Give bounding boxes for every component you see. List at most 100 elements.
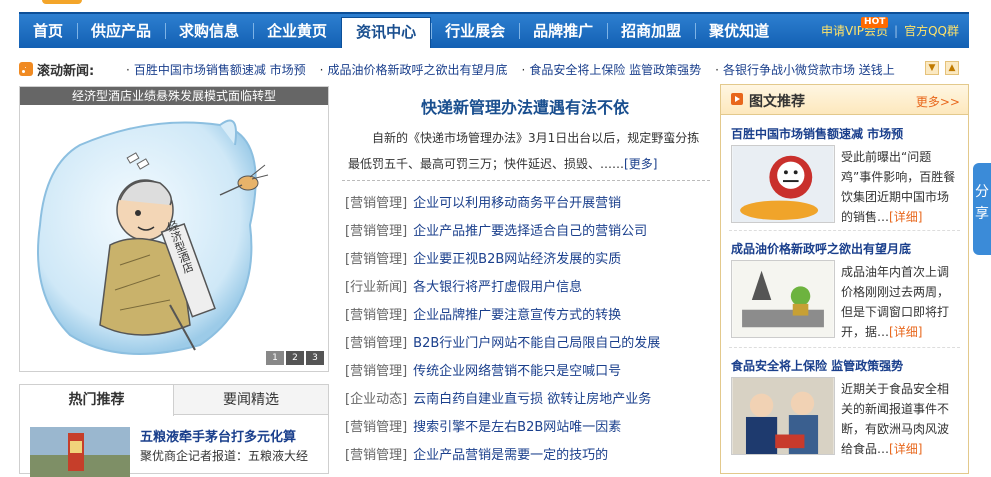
bullet-icon: · <box>319 63 324 77</box>
tab-article-text: 聚优商企记者报道：五粮液大经 <box>140 449 309 463</box>
news-title-link[interactable]: 搜索引擎不是左右B2B网站唯一因素 <box>413 420 621 435</box>
scroll-down-icon[interactable]: ▼ <box>925 61 939 75</box>
news-title-link[interactable]: 企业要正视B2B网站经济发展的实质 <box>413 252 621 267</box>
recommend-item-title[interactable]: 百胜中国市场销售额速减 市场预 <box>731 125 903 142</box>
vip-apply-link[interactable]: 申请VIP会员 HOT <box>821 13 889 49</box>
nav-right-links: 申请VIP会员 HOT | 官方QQ群 <box>821 14 959 48</box>
news-category[interactable]: [企业动态] <box>345 392 407 407</box>
scroll-news-item[interactable]: 成品油价格新政呼之欲出有望月底 <box>327 63 507 77</box>
nav-item[interactable]: 品牌推广 <box>519 14 607 48</box>
news-list-item: [营销管理] 企业品牌推广要注意宣传方式的转换 <box>345 302 715 330</box>
bullet-icon: · <box>521 63 526 77</box>
news-title-link[interactable]: B2B行业门户网站不能自己局限自己的发展 <box>413 336 660 351</box>
news-title-link[interactable]: 企业可以利用移动商务平台开展营销 <box>413 196 621 211</box>
recommend-divider <box>729 347 960 348</box>
news-title-link[interactable]: 各大银行将严打虚假用户信息 <box>413 280 582 295</box>
news-category[interactable]: [行业新闻] <box>345 280 407 295</box>
recommend-item-text: 近期关于食品安全相关的新闻报道事件不断，有欧洲马肉风波给食品…[详细] <box>841 379 959 459</box>
nav-separator: | <box>894 24 899 38</box>
news-category[interactable]: [营销管理] <box>345 364 407 379</box>
news-list-item: [行业新闻] 各大银行将严打虚假用户信息 <box>345 274 715 302</box>
share-side-tab[interactable]: 分享 <box>973 163 991 255</box>
nav-item[interactable]: 招商加盟 <box>607 14 695 48</box>
news-list-item: [营销管理] 企业可以利用移动商务平台开展营销 <box>345 190 715 218</box>
bullet-icon: · <box>715 63 719 77</box>
rss-icon <box>19 62 33 76</box>
news-title-link[interactable]: 传统企业网络营销不能只是空喊口号 <box>413 364 621 379</box>
recommend-title: 图文推荐 <box>749 94 805 110</box>
news-category[interactable]: [营销管理] <box>345 224 407 239</box>
scroll-news-bar: 滚动新闻: · 百胜中国市场销售额速减 市场预 · 成品油价格新政呼之欲出有望月底 · 食… <box>19 59 969 79</box>
tab-news-picks[interactable]: 要闻精选 <box>174 385 328 414</box>
news-category[interactable]: [营销管理] <box>345 448 407 463</box>
recommend-item-image[interactable] <box>731 145 835 223</box>
tab-article-title[interactable]: 五粮液牵手茅台打多元化算 <box>140 426 296 445</box>
recommend-header: 图文推荐 更多>> <box>721 85 968 115</box>
left-tabs: 热门推荐 要闻精选 <box>20 385 328 416</box>
left-tabs-panel: 热门推荐 要闻精选 五粮液牵手茅台打多元化算 聚优商企记者报道：五粮液大经 <box>19 384 329 477</box>
recommend-item-image[interactable] <box>731 377 835 455</box>
scroll-news-item[interactable]: 百胜中国市场销售额速减 市场预 <box>134 63 306 77</box>
main-nav: 首页 供应产品 求购信息 企业黄页 资讯中心 行业展会 品牌推广 招商加盟 聚优知道 申请VIP… <box>19 12 969 48</box>
recommend-divider <box>729 230 960 231</box>
nav-item[interactable]: 求购信息 <box>165 14 253 48</box>
detail-link[interactable]: [详细] <box>889 210 922 224</box>
top-strip <box>0 0 991 10</box>
scroll-news-item[interactable]: 食品安全将上保险 监管政策强势 <box>529 63 701 77</box>
scroll-news-items: · 百胜中国市场销售额速减 市场预 · 成品油价格新政呼之欲出有望月底 · 食品安全将上保… <box>126 61 909 78</box>
recommend-more-link[interactable]: 更多>> <box>916 93 960 110</box>
news-list-item: [营销管理] 企业要正视B2B网站经济发展的实质 <box>345 246 715 274</box>
news-category[interactable]: [营销管理] <box>345 196 407 211</box>
news-category[interactable]: [营销管理] <box>345 252 407 267</box>
center-headline[interactable]: 快递新管理办法遭遇有法不依 <box>340 94 710 118</box>
divider <box>342 180 710 181</box>
nav-item[interactable]: 企业黄页 <box>253 14 341 48</box>
slideshow-page-button[interactable]: 1 <box>266 351 284 365</box>
nav-item[interactable]: 供应产品 <box>77 14 165 48</box>
news-title-link[interactable]: 企业产品营销是需要一定的技巧的 <box>413 448 608 463</box>
slideshow[interactable]: 经济型酒店业绩悬殊发展模式面临转型 经济型酒店 1 2 3 <box>19 86 329 372</box>
nav-item[interactable]: 聚优知道 <box>695 14 783 48</box>
news-category[interactable]: [营销管理] <box>345 336 407 351</box>
recommend-item-text: 成品油年内首次上调价格刚刚过去两周，但是下调窗口即将打开，据…[详细] <box>841 262 959 342</box>
news-list-item: [营销管理] 搜索引擎不是左右B2B网站唯一因素 <box>345 414 715 442</box>
slideshow-pager: 123 <box>266 351 324 365</box>
logo-fragment <box>42 0 82 4</box>
play-arrow-icon <box>731 93 743 105</box>
recommend-item-title[interactable]: 食品安全将上保险 监管政策强势 <box>731 357 903 374</box>
news-title-link[interactable]: 云南白药自建业直亏损 欲转让房地产业务 <box>413 392 651 407</box>
detail-link[interactable]: [详细] <box>889 442 922 456</box>
qq-group-link[interactable]: 官方QQ群 <box>904 13 959 49</box>
scroll-news-item[interactable]: 各银行争战小微贷款市场 送钱上 <box>723 63 895 77</box>
news-category[interactable]: [营销管理] <box>345 308 407 323</box>
slideshow-image[interactable]: 经济型酒店 123 <box>20 105 328 371</box>
news-list-item: [企业动态] 云南白药自建业直亏损 欲转让房地产业务 <box>345 386 715 414</box>
news-list-item: [营销管理] B2B行业门户网站不能自己局限自己的发展 <box>345 330 715 358</box>
more-link[interactable]: [更多] <box>624 157 657 171</box>
news-list: [营销管理] 企业可以利用移动商务平台开展营销 [营销管理] 企业产品推广要选择适合自… <box>345 190 715 470</box>
bullet-icon: · <box>126 63 130 77</box>
news-title-link[interactable]: 企业品牌推广要注意宣传方式的转换 <box>413 308 621 323</box>
detail-link[interactable]: [详细] <box>889 325 922 339</box>
nav-items: 首页 供应产品 求购信息 企业黄页 资讯中心 行业展会 品牌推广 招商加盟 聚优知道 <box>19 14 783 48</box>
hot-badge: HOT <box>861 17 889 28</box>
slideshow-page-button[interactable]: 2 <box>286 351 304 365</box>
scroll-news-label: 滚动新闻: <box>37 64 95 79</box>
recommend-item-image[interactable] <box>731 260 835 338</box>
slideshow-caption[interactable]: 经济型酒店业绩悬殊发展模式面临转型 <box>20 87 328 105</box>
slideshow-page-button[interactable]: 3 <box>306 351 324 365</box>
center-summary: 自新的《快递市场管理办法》3月1日出台以后，规定野蛮分拣最低罚五千、最高可罚三万… <box>348 125 700 177</box>
news-title-link[interactable]: 企业产品推广要选择适合自己的营销公司 <box>413 224 647 239</box>
nav-item[interactable]: 首页 <box>19 14 77 48</box>
news-list-item: [营销管理] 企业产品推广要选择适合自己的营销公司 <box>345 218 715 246</box>
scroll-up-icon[interactable]: ▲ <box>945 61 959 75</box>
recommend-item-text: 受此前曝出“问题鸡”事件影响，百胜餐饮集团近期中国市场的销售…[详细] <box>841 147 959 227</box>
bubble-cartoon-illustration: 经济型酒店 <box>37 119 269 355</box>
nav-item[interactable]: 资讯中心 <box>341 17 432 48</box>
news-list-item: [营销管理] 传统企业网络营销不能只是空喊口号 <box>345 358 715 386</box>
recommend-item-title[interactable]: 成品油价格新政呼之欲出有望月底 <box>731 240 911 257</box>
nav-item[interactable]: 行业展会 <box>431 14 519 48</box>
news-category[interactable]: [营销管理] <box>345 420 407 435</box>
news-list-item: [营销管理] 企业产品营销是需要一定的技巧的 <box>345 442 715 470</box>
tab-hot-recommend[interactable]: 热门推荐 <box>20 385 174 416</box>
